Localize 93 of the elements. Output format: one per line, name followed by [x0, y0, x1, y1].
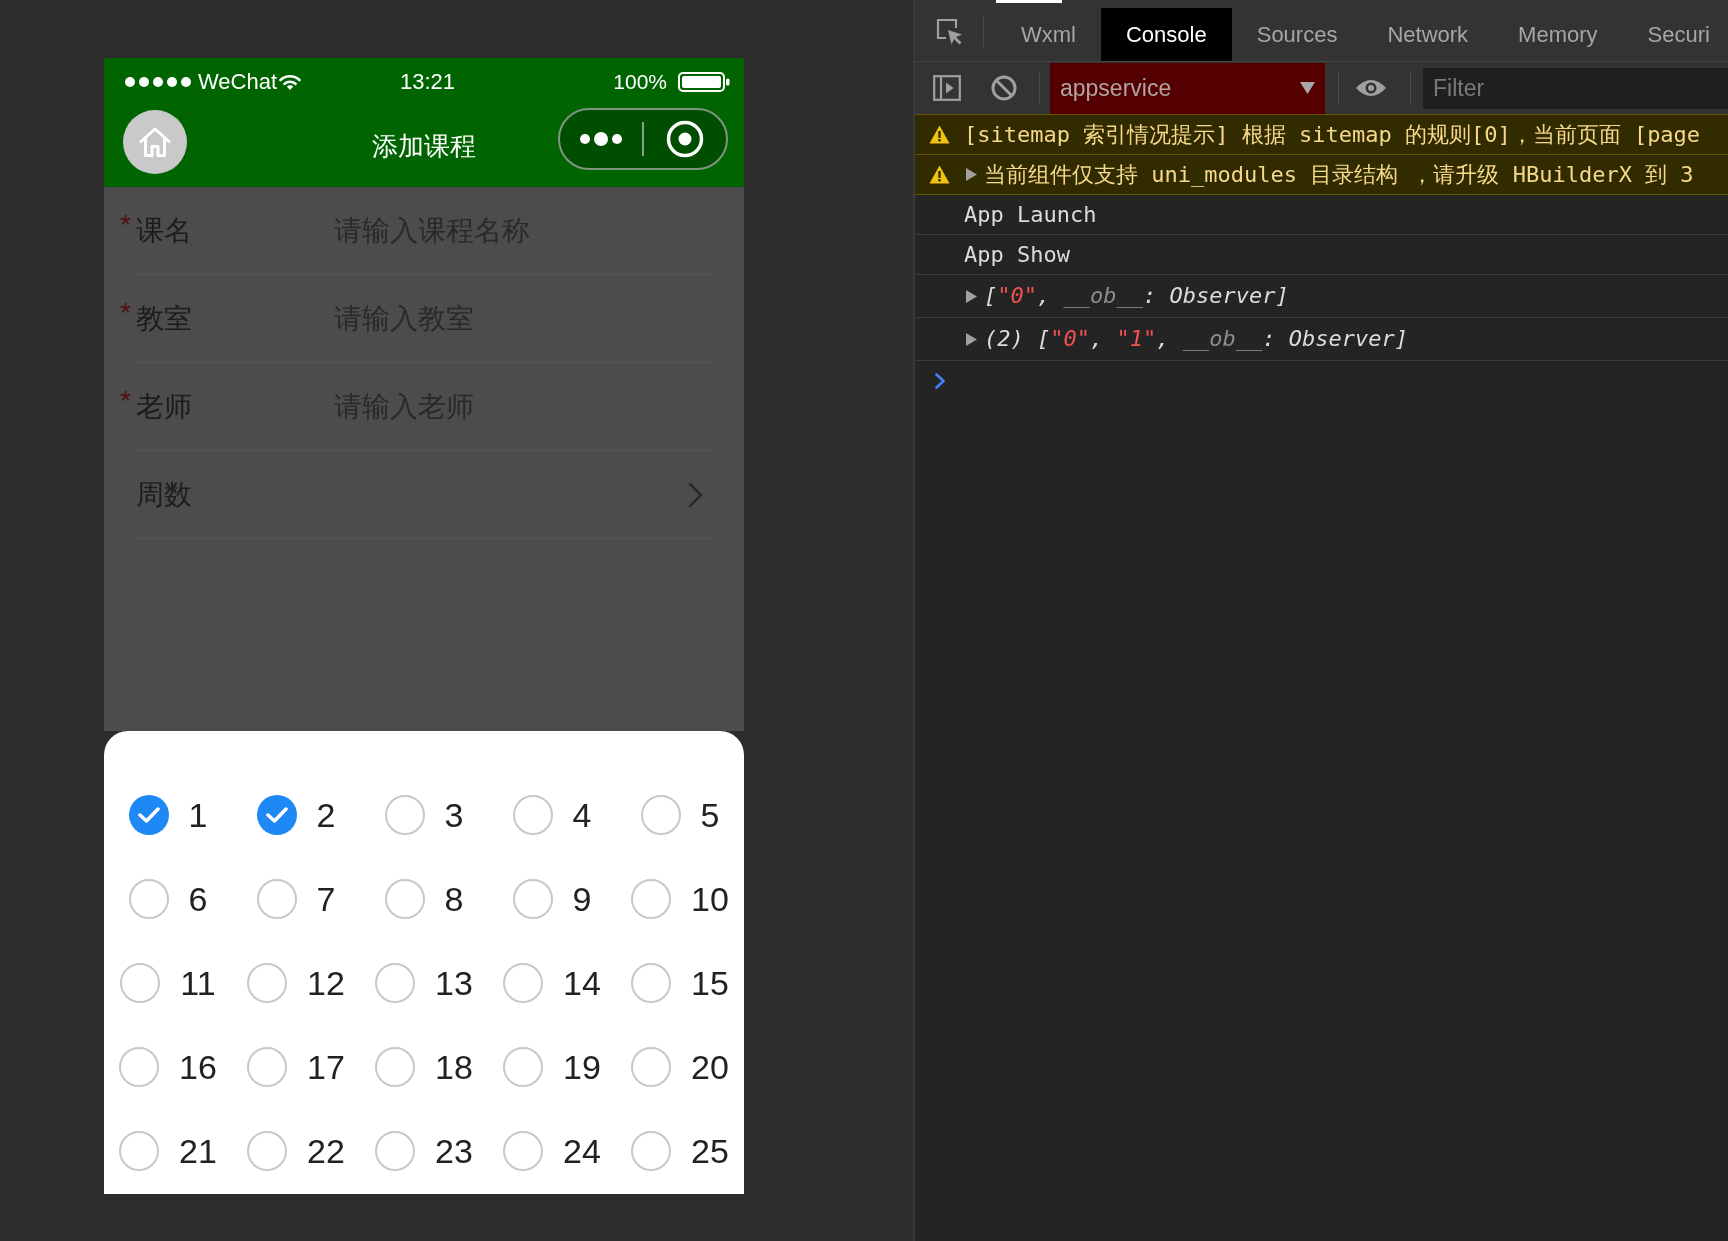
checkbox[interactable]: [640, 795, 681, 835]
checkbox[interactable]: [503, 1131, 544, 1171]
expand-caret-icon[interactable]: [966, 332, 977, 346]
required-mark: *: [120, 298, 132, 327]
week-number: 12: [307, 966, 345, 1000]
required-mark: *: [120, 386, 132, 415]
week-number: 13: [435, 966, 473, 1000]
week-number: 4: [572, 798, 592, 832]
checkbox[interactable]: [503, 963, 544, 1003]
expand-caret-icon[interactable]: [966, 289, 977, 303]
checkbox[interactable]: [384, 879, 425, 919]
eye-icon[interactable]: [1355, 78, 1387, 98]
checkmark-icon: [137, 807, 160, 823]
checkbox[interactable]: [119, 1047, 160, 1087]
checkbox[interactable]: [128, 795, 169, 835]
tab[interactable]: Sources: [1231, 8, 1363, 61]
week-number: 7: [316, 882, 336, 916]
checkbox[interactable]: [247, 1047, 288, 1087]
checkbox[interactable]: [512, 879, 553, 919]
week-number: 23: [435, 1134, 473, 1168]
tab[interactable]: Memory: [1493, 8, 1623, 61]
tab[interactable]: Wxml: [996, 8, 1101, 61]
warning-text: 当前组件仅支持 uni_modules 目录结构 ，请升级 HBuilderX 到 3: [984, 163, 1694, 186]
wifi-icon: [279, 73, 302, 90]
tab[interactable]: Securi: [1622, 8, 1728, 61]
object-preview-text: ["0", __ob__: Observer]: [984, 285, 1289, 307]
week-number: 20: [691, 1050, 729, 1084]
dropdown-value: appservice: [1060, 73, 1172, 103]
block-icon[interactable]: [991, 75, 1017, 101]
warning-text: [sitemap 索引情况提示] 根据 sitemap 的规则[0]，当前页面 [page: [964, 123, 1701, 146]
sidebar-toggle-icon[interactable]: [933, 75, 961, 101]
week-number: 18: [435, 1050, 473, 1084]
week-number: 22: [307, 1134, 345, 1168]
week-number: 16: [179, 1050, 217, 1084]
checkbox[interactable]: [256, 795, 297, 835]
week-number: 11: [180, 966, 216, 1000]
warning-icon: [929, 125, 950, 144]
signal-icon: [125, 75, 191, 88]
week-number: 10: [691, 882, 729, 916]
object-preview-text: (2) ["0", "1", __ob__: Observer]: [984, 328, 1408, 350]
checkbox[interactable]: [128, 879, 169, 919]
tab[interactable]: Network: [1362, 8, 1494, 61]
checkbox[interactable]: [512, 795, 553, 835]
checkbox[interactable]: [120, 963, 161, 1003]
week-number: 17: [307, 1050, 345, 1084]
warning-icon: [929, 165, 950, 184]
week-number: 15: [691, 966, 729, 1000]
expand-caret-icon[interactable]: [966, 168, 977, 181]
target-icon[interactable]: [666, 120, 704, 158]
context-dropdown[interactable]: appservice: [1050, 62, 1325, 114]
filter-field[interactable]: Filter: [1423, 67, 1728, 109]
week-number: 1: [188, 798, 208, 832]
checkbox[interactable]: [631, 963, 672, 1003]
checkbox[interactable]: [375, 963, 416, 1003]
week-number: 19: [563, 1050, 601, 1084]
week-number: 6: [188, 882, 208, 916]
required-mark: *: [120, 210, 132, 239]
week-number: 2: [316, 798, 336, 832]
checkbox[interactable]: [375, 1131, 416, 1171]
week-number: 8: [444, 882, 464, 916]
house-icon: [138, 126, 172, 158]
checkbox[interactable]: [503, 1047, 544, 1087]
checkbox[interactable]: [384, 795, 425, 835]
week-number: 3: [444, 798, 464, 832]
week-number: 9: [572, 882, 592, 916]
status-time: 13:21: [399, 70, 456, 93]
chevron-right-icon[interactable]: [688, 481, 703, 508]
week-number: 5: [700, 798, 720, 832]
checkbox[interactable]: [256, 879, 297, 919]
week-number: 21: [179, 1134, 217, 1168]
more-icon[interactable]: [579, 131, 623, 147]
checkbox[interactable]: [247, 963, 288, 1003]
checkbox[interactable]: [631, 879, 672, 919]
checkmark-icon: [265, 807, 288, 823]
log-text: App Launch: [964, 203, 1097, 226]
checkbox[interactable]: [119, 1131, 160, 1171]
battery-icon: [678, 71, 730, 92]
highlight-bar: [996, 0, 1062, 3]
inspect-icon[interactable]: [935, 16, 963, 45]
prompt-chevron-icon[interactable]: [935, 373, 945, 389]
checkbox[interactable]: [631, 1047, 672, 1087]
carrier-name: WeChat: [198, 70, 278, 93]
caret-down-icon: [1300, 82, 1315, 94]
week-number: 24: [563, 1134, 601, 1168]
week-number: 14: [563, 966, 601, 1000]
tab[interactable]: Console: [1101, 8, 1232, 61]
checkbox[interactable]: [375, 1047, 416, 1087]
week-number: 25: [691, 1134, 729, 1168]
battery-percent: 100%: [613, 71, 667, 92]
page-title: 添加课程: [372, 133, 476, 159]
checkbox[interactable]: [247, 1131, 288, 1171]
checkbox[interactable]: [631, 1131, 672, 1171]
log-text: App Show: [964, 243, 1070, 266]
